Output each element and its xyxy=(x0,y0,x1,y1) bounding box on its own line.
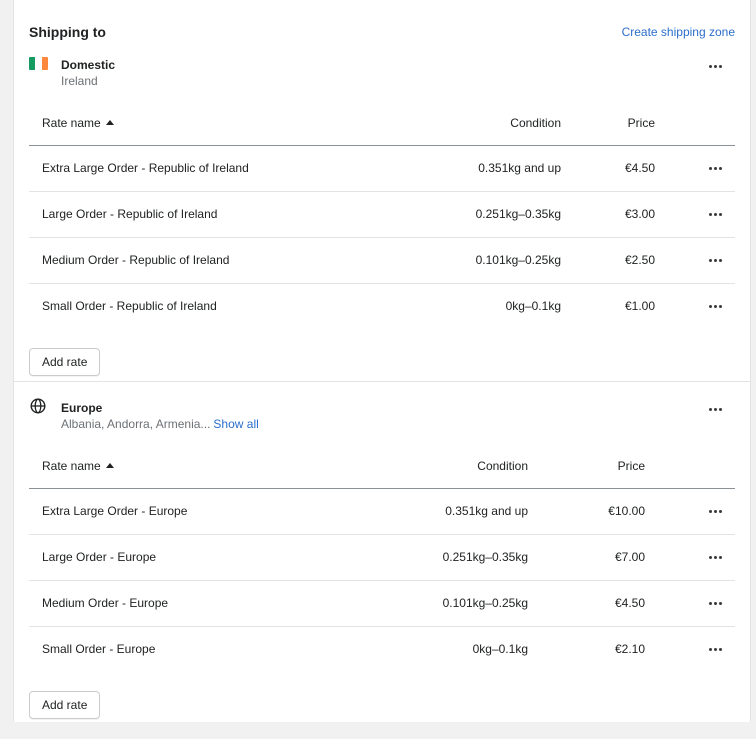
table-row: Extra Large Order - Republic of Ireland … xyxy=(29,145,735,192)
zone-more-actions-icon[interactable] xyxy=(705,401,725,417)
rate-more-actions-icon[interactable] xyxy=(705,252,725,268)
zone-europe: Europe Albania, Andorra, Armenia... Show … xyxy=(29,395,735,719)
rate-condition: 0kg–0.1kg xyxy=(472,642,528,657)
rates-table: Rate name Condition Price Extra Large Or… xyxy=(29,445,735,672)
rate-name: Large Order - Republic of Ireland xyxy=(29,191,391,238)
table-row: Medium Order - Republic of Ireland 0.101… xyxy=(29,237,735,284)
table-row: Large Order - Republic of Ireland 0.251k… xyxy=(29,191,735,238)
rate-price: €2.50 xyxy=(561,237,655,284)
rate-more-actions-icon[interactable] xyxy=(705,549,725,565)
rate-condition: 0.251kg–0.35kg xyxy=(391,191,561,238)
rate-condition: 0.351kg and up xyxy=(391,145,561,192)
rates-table: Rate name Condition Price Extra Large Or… xyxy=(29,102,735,329)
rate-price: €7.00 xyxy=(528,534,645,581)
zone-header: Domestic Ireland xyxy=(29,52,735,102)
rate-price: €1.00 xyxy=(624,299,655,314)
show-all-link[interactable]: Show all xyxy=(213,417,258,431)
price-column-header: Price xyxy=(528,445,645,489)
rate-condition: 0kg–0.1kg xyxy=(505,299,561,314)
sort-ascending-icon xyxy=(105,120,114,126)
rate-price: €4.50 xyxy=(561,145,655,192)
rate-price: €3.00 xyxy=(561,191,655,238)
table-row: Small Order - Europe 0kg–0.1kg €2.10 xyxy=(29,626,735,672)
table-row: Extra Large Order - Europe 0.351kg and u… xyxy=(29,488,735,535)
zone-name: Europe xyxy=(61,401,103,415)
zone-header: Europe Albania, Andorra, Armenia... Show … xyxy=(29,395,735,445)
rate-name: Extra Large Order - Europe xyxy=(29,488,358,535)
zone-divider xyxy=(14,381,750,382)
rate-more-actions-icon[interactable] xyxy=(705,160,725,176)
zone-countries-text: Albania, Andorra, Armenia... xyxy=(61,417,211,431)
price-column-header: Price xyxy=(561,102,655,146)
rate-name: Large Order - Europe xyxy=(29,534,358,581)
rate-name: Small Order - Republic of Ireland xyxy=(42,299,217,314)
rate-more-actions-icon[interactable] xyxy=(705,298,725,314)
sort-ascending-icon xyxy=(105,463,114,469)
table-row: Small Order - Republic of Ireland 0kg–0.… xyxy=(29,283,735,329)
globe-icon xyxy=(30,398,46,414)
rate-more-actions-icon[interactable] xyxy=(705,641,725,657)
shipping-card: Shipping to Create shipping zone Domesti… xyxy=(13,0,751,722)
rate-name: Extra Large Order - Republic of Ireland xyxy=(29,145,391,192)
rate-condition: 0.101kg–0.25kg xyxy=(358,580,528,627)
shipping-header: Shipping to Create shipping zone xyxy=(29,22,735,42)
table-header-row: Rate name Condition Price xyxy=(29,102,735,146)
ireland-flag-icon xyxy=(29,57,48,70)
rate-name-column-header[interactable]: Rate name xyxy=(29,102,391,146)
add-rate-button[interactable]: Add rate xyxy=(29,348,101,376)
rate-condition: 0.251kg–0.35kg xyxy=(358,534,528,581)
zone-domestic: Domestic Ireland Rate name Condition Pri… xyxy=(29,52,735,376)
rate-more-actions-icon[interactable] xyxy=(705,503,725,519)
create-shipping-zone-link[interactable]: Create shipping zone xyxy=(622,25,735,39)
zone-name: Domestic xyxy=(61,58,116,72)
actions-column-header xyxy=(655,102,735,146)
zone-more-actions-icon[interactable] xyxy=(705,58,725,74)
rate-name: Small Order - Europe xyxy=(42,642,156,657)
table-row: Large Order - Europe 0.251kg–0.35kg €7.0… xyxy=(29,534,735,581)
rate-name-column-header[interactable]: Rate name xyxy=(29,445,358,489)
rate-condition: 0.351kg and up xyxy=(358,488,528,535)
table-row: Medium Order - Europe 0.101kg–0.25kg €4.… xyxy=(29,580,735,627)
page-title: Shipping to xyxy=(29,24,106,40)
rate-name: Medium Order - Europe xyxy=(29,580,358,627)
table-header-row: Rate name Condition Price xyxy=(29,445,735,489)
condition-column-header: Condition xyxy=(391,102,561,146)
rate-price: €10.00 xyxy=(528,488,645,535)
zone-countries: Albania, Andorra, Armenia... Show all xyxy=(61,417,259,431)
rate-more-actions-icon[interactable] xyxy=(705,206,725,222)
condition-column-header: Condition xyxy=(358,445,528,489)
rate-more-actions-icon[interactable] xyxy=(705,595,725,611)
zone-countries: Ireland xyxy=(61,74,98,88)
rate-price: €4.50 xyxy=(528,580,645,627)
rate-condition: 0.101kg–0.25kg xyxy=(391,237,561,284)
rate-price: €2.10 xyxy=(614,642,645,657)
rate-name: Medium Order - Republic of Ireland xyxy=(29,237,391,284)
actions-column-header xyxy=(645,445,735,489)
add-rate-button[interactable]: Add rate xyxy=(29,691,101,719)
